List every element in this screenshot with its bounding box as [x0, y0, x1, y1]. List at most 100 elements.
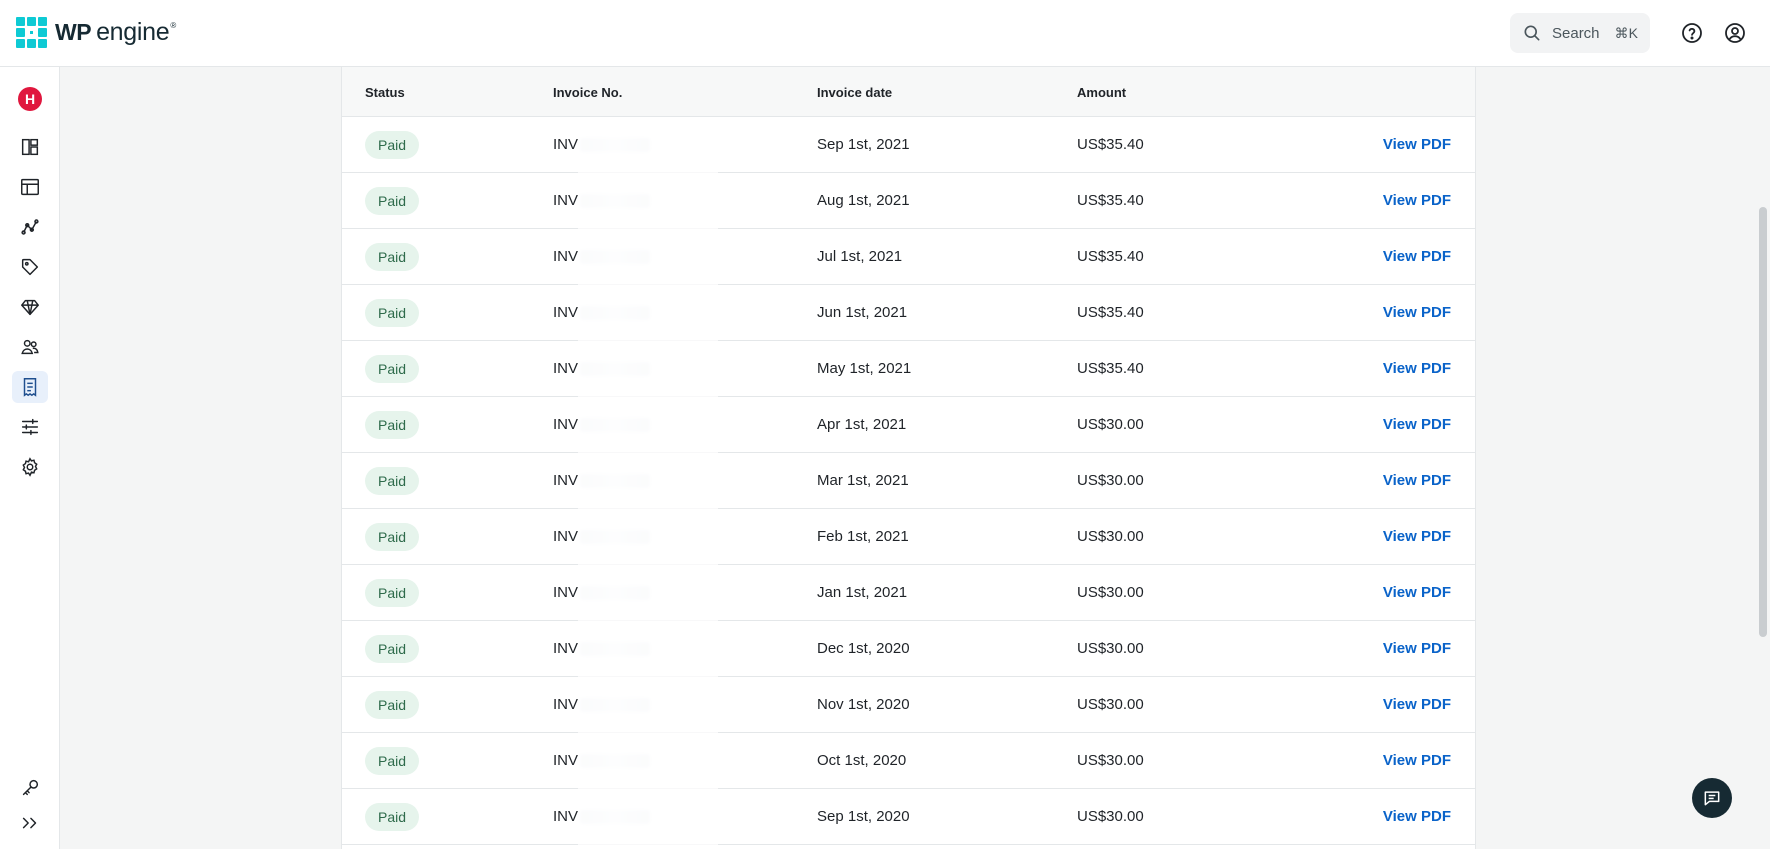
invoice-date: May 1st, 2021	[817, 360, 912, 377]
invoice-amount: US$30.00	[1077, 808, 1144, 825]
view-pdf-link[interactable]: View PDF	[1383, 416, 1451, 433]
invoice-number: INV	[553, 528, 651, 545]
users-icon	[21, 339, 39, 355]
invoice-prefix: INV	[553, 248, 579, 265]
sidebar-item-api-keys[interactable]	[12, 772, 48, 804]
sidebar-item-billing[interactable]	[12, 371, 48, 403]
status-badge: Paid	[365, 299, 420, 327]
invoice-number: INV	[553, 416, 651, 433]
sidebar-item-tags[interactable]	[12, 251, 48, 283]
search-shortcut: ⌘K	[1614, 24, 1638, 41]
invoice-number-redacted	[580, 642, 651, 657]
invoice-prefix: INV	[553, 808, 579, 825]
status-badge: Paid	[365, 411, 420, 439]
chat-button[interactable]	[1692, 778, 1732, 818]
gear-icon	[22, 457, 38, 477]
sidebar-item-settings[interactable]	[12, 451, 48, 483]
line-graph-icon	[21, 219, 39, 235]
table-row: Paid INV Sep 1st, 2021 US$35.40 View PDF	[342, 117, 1475, 173]
invoice-number: INV	[553, 360, 651, 377]
table-row: Paid INV Jun 1st, 2021 US$35.40 View PDF	[342, 285, 1475, 341]
invoice-number-redacted	[580, 194, 651, 209]
view-pdf-link[interactable]: View PDF	[1383, 528, 1451, 545]
invoice-number: INV	[553, 136, 651, 153]
sidebar-item-plans[interactable]	[12, 291, 48, 323]
status-badge: Paid	[365, 747, 420, 775]
search-button[interactable]: Search ⌘K	[1510, 13, 1650, 53]
status-badge: Paid	[365, 691, 420, 719]
column-header-status: Status	[365, 85, 405, 100]
logo-wp-text: WP	[55, 19, 92, 45]
diamond-icon	[21, 299, 39, 316]
status-badge: Paid	[365, 523, 420, 551]
view-pdf-link[interactable]: View PDF	[1383, 696, 1451, 713]
view-pdf-link[interactable]: View PDF	[1383, 248, 1451, 265]
sidebar-item-dashboard[interactable]	[12, 131, 48, 163]
invoice-amount: US$35.40	[1077, 136, 1144, 153]
invoice-prefix: INV	[553, 528, 579, 545]
wp-engine-logo[interactable]: WP engine ®	[16, 17, 176, 48]
page-scrollbar[interactable]	[1756, 67, 1770, 849]
view-pdf-link[interactable]: View PDF	[1383, 640, 1451, 657]
table-row: Paid INV Feb 1st, 2021 US$30.00 View PDF	[342, 509, 1475, 565]
invoice-amount: US$35.40	[1077, 360, 1144, 377]
view-pdf-link[interactable]: View PDF	[1383, 472, 1451, 489]
view-pdf-link[interactable]: View PDF	[1383, 584, 1451, 601]
key-icon	[22, 779, 39, 796]
view-pdf-link[interactable]: View PDF	[1383, 136, 1451, 153]
sidebar-item-analytics[interactable]	[12, 211, 48, 243]
sidebar: H	[0, 67, 60, 849]
view-pdf-link[interactable]: View PDF	[1383, 808, 1451, 825]
invoice-number: INV	[553, 696, 651, 713]
column-header-invoice-no: Invoice No.	[553, 85, 623, 100]
invoice-number-redacted	[580, 418, 651, 433]
sidebar-expand-button[interactable]	[12, 807, 48, 839]
status-badge: Paid	[365, 187, 420, 215]
invoice-number-redacted	[580, 586, 651, 601]
invoice-amount: US$30.00	[1077, 640, 1144, 657]
user-circle-icon[interactable]	[1723, 21, 1747, 45]
invoice-date: Apr 1st, 2021	[817, 416, 907, 433]
sidebar-item-sites[interactable]	[12, 171, 48, 203]
sliders-icon	[21, 418, 39, 436]
help-circle-icon[interactable]	[1680, 21, 1704, 45]
scrollbar-thumb[interactable]	[1759, 207, 1767, 637]
invoice-date: Oct 1st, 2020	[817, 752, 907, 769]
invoice-date: Jan 1st, 2021	[817, 584, 908, 601]
table-row: Paid INV Jul 1st, 2021 US$35.40 View PDF	[342, 229, 1475, 285]
invoice-amount: US$35.40	[1077, 248, 1144, 265]
invoice-prefix: INV	[553, 192, 579, 209]
status-badge: Paid	[365, 131, 420, 159]
table-row: Paid INV Sep 1st, 2020 US$30.00 View PDF	[342, 789, 1475, 845]
invoice-amount: US$30.00	[1077, 528, 1144, 545]
view-pdf-link[interactable]: View PDF	[1383, 752, 1451, 769]
invoice-amount: US$30.00	[1077, 416, 1144, 433]
logo-engine-text: engine	[96, 18, 170, 46]
receipt-icon	[23, 378, 37, 397]
view-pdf-link[interactable]: View PDF	[1383, 304, 1451, 321]
account-avatar[interactable]: H	[18, 87, 42, 111]
sidebar-item-users[interactable]	[12, 331, 48, 363]
invoice-number: INV	[553, 192, 651, 209]
invoice-number: INV	[553, 472, 651, 489]
invoice-number-redacted	[580, 138, 651, 153]
browser-window-icon	[21, 178, 39, 196]
column-header-invoice-date: Invoice date	[817, 85, 893, 100]
sidebar-item-adjustments[interactable]	[12, 411, 48, 443]
table-row: Paid INV Nov 1st, 2020 US$30.00 View PDF	[342, 677, 1475, 733]
view-pdf-link[interactable]: View PDF	[1383, 192, 1451, 209]
status-badge: Paid	[365, 355, 420, 383]
tag-icon	[21, 258, 39, 276]
search-label: Search	[1552, 24, 1600, 42]
invoice-date: Jun 1st, 2021	[817, 304, 908, 321]
invoice-prefix: INV	[553, 472, 579, 489]
invoice-number-redacted	[580, 810, 651, 825]
table-row: Paid INV Dec 1st, 2020 US$30.00 View PDF	[342, 621, 1475, 677]
invoice-date: Nov 1st, 2020	[817, 696, 910, 713]
invoice-number: INV	[553, 808, 651, 825]
invoice-number: INV	[553, 584, 651, 601]
invoice-number: INV	[553, 304, 651, 321]
layout-grid-icon	[21, 138, 39, 156]
view-pdf-link[interactable]: View PDF	[1383, 360, 1451, 377]
invoices-table: Status Invoice No. Invoice date Amount P…	[341, 67, 1476, 849]
